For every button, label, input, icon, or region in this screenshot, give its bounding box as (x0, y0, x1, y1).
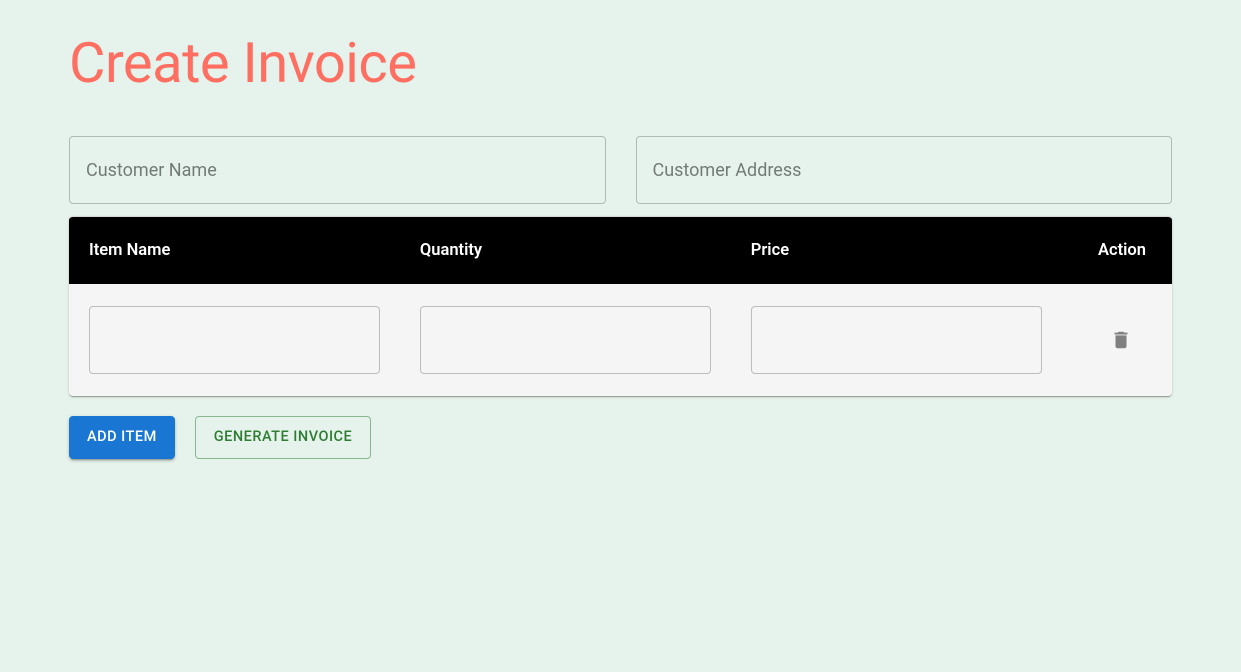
customer-name-field-wrap (69, 136, 606, 204)
page-title: Create Invoice (69, 30, 1172, 96)
item-name-input[interactable] (89, 306, 380, 374)
trash-icon (1110, 329, 1132, 351)
table-header-row: Item Name Quantity Price Action (69, 217, 1172, 284)
customer-address-field-wrap (636, 136, 1173, 204)
header-quantity: Quantity (400, 217, 731, 284)
delete-row-button[interactable] (1102, 321, 1140, 359)
header-item-name: Item Name (69, 217, 400, 284)
invoice-items-table: Item Name Quantity Price Action (69, 217, 1172, 396)
customer-fields-row (69, 136, 1172, 204)
quantity-input[interactable] (420, 306, 711, 374)
add-item-button[interactable]: Add Item (69, 416, 175, 459)
customer-address-input[interactable] (636, 136, 1173, 204)
action-buttons-row: Add Item Generate Invoice (69, 416, 1172, 459)
customer-name-input[interactable] (69, 136, 606, 204)
price-input[interactable] (751, 306, 1042, 374)
generate-invoice-button[interactable]: Generate Invoice (195, 416, 371, 459)
header-price: Price (731, 217, 1062, 284)
header-action: Action (1062, 217, 1172, 284)
invoice-items-table-container: Item Name Quantity Price Action (69, 216, 1172, 396)
table-row (69, 284, 1172, 396)
